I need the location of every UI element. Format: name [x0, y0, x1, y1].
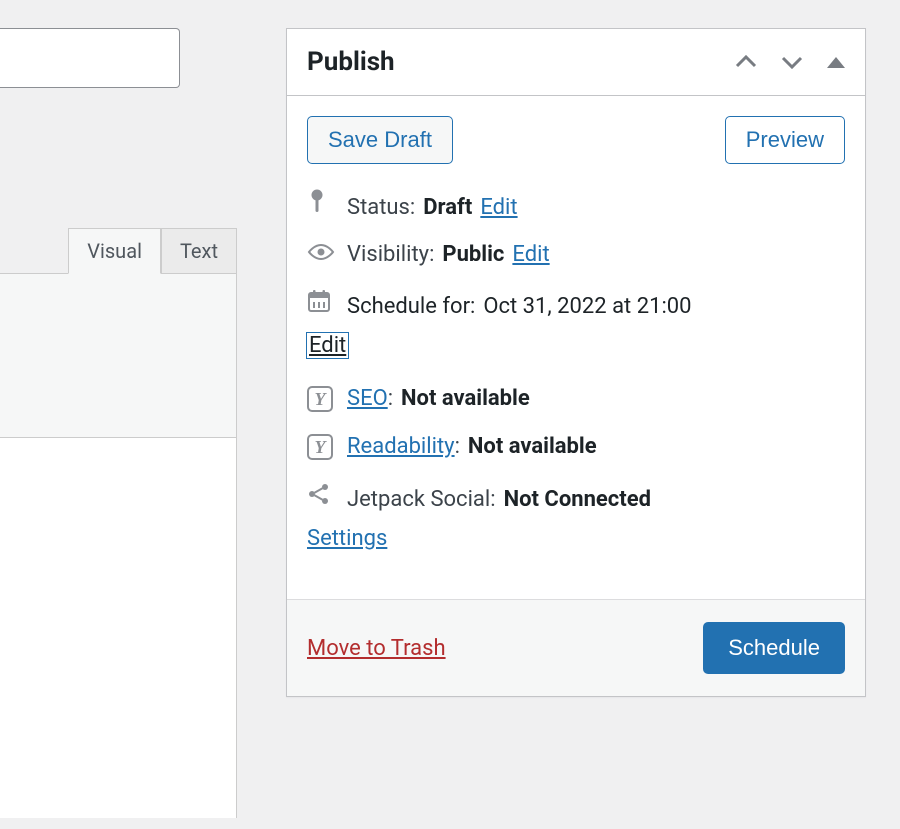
preview-button[interactable]: Preview: [725, 116, 845, 164]
eye-icon: [307, 243, 339, 261]
action-row: Save Draft Preview: [307, 116, 845, 164]
panel-move-up-icon[interactable]: [735, 55, 757, 69]
visibility-row: Visibility: Public Edit: [307, 242, 845, 267]
readability-value: Not available: [468, 434, 597, 459]
panel-header: Publish: [287, 29, 865, 96]
status-value: Draft: [423, 195, 472, 220]
visibility-label: Visibility:: [347, 242, 434, 267]
visibility-edit-link[interactable]: Edit: [512, 242, 549, 267]
editor-content-area[interactable]: [0, 438, 237, 818]
calendar-icon: [307, 289, 339, 319]
schedule-edit-link[interactable]: Edit: [307, 333, 348, 358]
panel-body: Save Draft Preview Status: Draft Edit Vi…: [287, 96, 865, 599]
status-row: Status: Draft Edit: [307, 188, 845, 220]
panel-move-down-icon[interactable]: [781, 55, 803, 69]
jetpack-row: Jetpack Social: Not Connected Settings: [307, 482, 845, 551]
readability-link[interactable]: Readability: [347, 434, 455, 459]
jetpack-settings-row: Settings: [307, 526, 845, 551]
editor-tabs: Visual Text: [0, 228, 237, 274]
schedule-button[interactable]: Schedule: [703, 622, 845, 674]
schedule-row: Schedule for: Oct 31, 2022 at 21:00 Edit: [307, 289, 845, 358]
panel-controls: [735, 55, 845, 69]
move-to-trash-link[interactable]: Move to Trash: [307, 636, 446, 661]
status-label: Status:: [347, 195, 415, 220]
readability-colon: :: [455, 434, 460, 459]
tab-text[interactable]: Text: [161, 228, 237, 274]
schedule-edit-row: Edit: [307, 333, 845, 358]
seo-row: Y SEO: Not available: [307, 386, 845, 412]
editor-toolbar: [0, 273, 237, 438]
share-icon: [307, 482, 339, 506]
jetpack-label: Jetpack Social:: [347, 487, 496, 512]
seo-value: Not available: [401, 386, 530, 411]
readability-row: Y Readability: Not available: [307, 434, 845, 460]
yoast-readability-icon: Y: [307, 434, 339, 460]
schedule-value: Oct 31, 2022 at 21:00: [483, 294, 691, 319]
yoast-seo-icon: Y: [307, 386, 339, 412]
panel-toggle-icon[interactable]: [827, 55, 845, 69]
status-edit-link[interactable]: Edit: [480, 195, 517, 220]
editor-area: Visual Text: [0, 228, 237, 818]
seo-colon: :: [388, 386, 393, 411]
panel-footer: Move to Trash Schedule: [287, 599, 865, 696]
schedule-label: Schedule for:: [347, 294, 475, 319]
save-draft-button[interactable]: Save Draft: [307, 116, 453, 164]
tab-visual[interactable]: Visual: [68, 228, 161, 274]
publish-panel: Publish Save Draft Preview Status: Draft…: [286, 28, 866, 697]
post-title-input[interactable]: [0, 28, 180, 88]
seo-link[interactable]: SEO: [347, 386, 388, 411]
pin-icon: [307, 188, 339, 214]
panel-title: Publish: [307, 47, 395, 77]
visibility-value: Public: [442, 242, 504, 267]
jetpack-value: Not Connected: [504, 487, 651, 512]
jetpack-settings-link[interactable]: Settings: [307, 526, 387, 551]
